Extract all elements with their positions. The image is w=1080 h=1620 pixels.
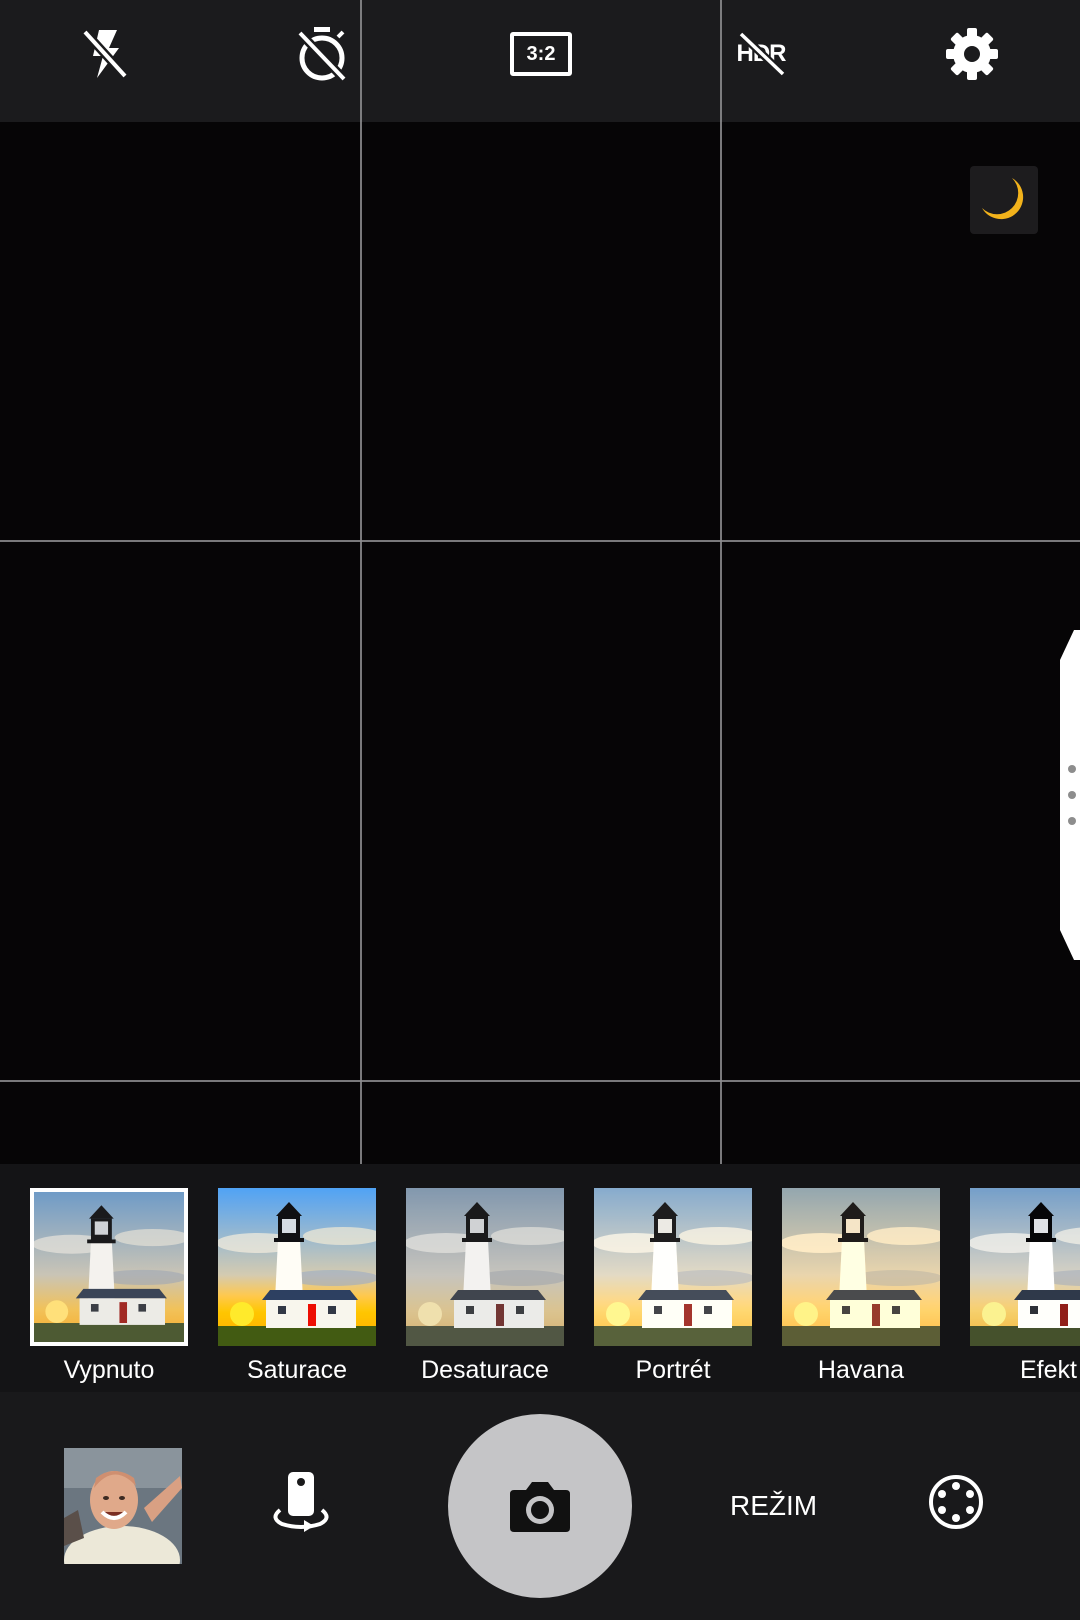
filter-label: Vypnuto (63, 1356, 155, 1384)
filter-label: Portrét (635, 1356, 711, 1384)
hdr-off-icon[interactable]: HDR (726, 22, 796, 86)
flash-off-icon[interactable] (73, 22, 137, 86)
camera-viewfinder[interactable] (0, 122, 1080, 1164)
camera-icon (510, 1482, 570, 1532)
switch-camera-icon[interactable] (268, 1470, 334, 1536)
filter-thumbnail (30, 1188, 188, 1346)
filter-item[interactable]: Efekt (970, 1188, 1080, 1385)
top-toolbar: 3:2 HDR (0, 0, 1080, 122)
aspect-ratio-button[interactable]: 3:2 (508, 22, 574, 86)
gear-icon[interactable] (940, 22, 1004, 86)
night-mode-button[interactable] (970, 166, 1038, 234)
filter-item[interactable]: Havana (782, 1188, 940, 1385)
filter-label: Havana (817, 1356, 905, 1384)
filter-thumbnail (218, 1188, 376, 1346)
filter-thumbnail (594, 1188, 752, 1346)
filter-label: Saturace (246, 1356, 348, 1384)
shutter-button[interactable] (448, 1414, 632, 1598)
side-panel-handle[interactable] (1060, 630, 1080, 960)
filter-item[interactable]: Vypnuto (30, 1188, 188, 1385)
filter-label: Efekt (1020, 1356, 1077, 1384)
aperture-icon[interactable] (926, 1472, 986, 1532)
filter-label: Desaturace (421, 1356, 549, 1384)
gallery-thumbnail[interactable] (64, 1448, 182, 1564)
grid-line-horizontal (0, 540, 1080, 542)
timer-off-icon[interactable] (290, 22, 354, 86)
aspect-ratio-label: 3:2 (510, 32, 572, 76)
grid-line-horizontal (0, 1080, 1080, 1082)
mode-button[interactable]: REŽIM (730, 1490, 817, 1522)
moon-icon (982, 178, 1024, 220)
filter-thumbnail (782, 1188, 940, 1346)
filter-thumbnail (970, 1188, 1080, 1346)
filter-item[interactable]: Portrét (594, 1188, 752, 1385)
filter-thumbnail (406, 1188, 564, 1346)
filter-item[interactable]: Saturace (218, 1188, 376, 1385)
filter-item[interactable]: Desaturace (406, 1188, 564, 1385)
